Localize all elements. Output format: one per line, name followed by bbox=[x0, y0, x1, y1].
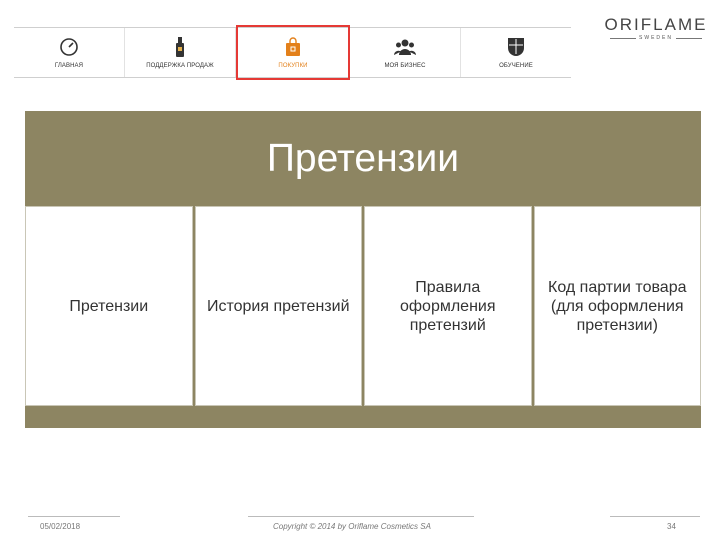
nav-item-home-label: главная bbox=[54, 63, 84, 69]
card-claims[interactable]: Претензии bbox=[25, 206, 193, 406]
cards-container: Претензии История претензий Правила офор… bbox=[25, 206, 701, 406]
nav-item-training[interactable]: обучение bbox=[461, 28, 571, 77]
nav-item-home[interactable]: главная bbox=[14, 28, 125, 77]
logo-sub: SWEDEN bbox=[604, 35, 708, 41]
page-number: 34 bbox=[667, 522, 676, 531]
footer-copyright: Copyright © 2014 by Oriflame Cosmetics S… bbox=[273, 522, 431, 531]
team-icon bbox=[394, 36, 416, 58]
top-navigation: главная поддержка продаж покупки моя биз… bbox=[14, 25, 571, 80]
nav-item-my-business-label: моя бизнес bbox=[384, 63, 426, 69]
logo-rule bbox=[610, 37, 637, 39]
card-row: Претензии История претензий Правила офор… bbox=[25, 206, 701, 406]
nav-item-training-label: обучение bbox=[499, 63, 533, 69]
page-title: Претензии bbox=[266, 137, 460, 180]
oriflame-logo: ORIFLAME SWEDEN bbox=[604, 16, 708, 42]
logo-word: ORIFLAME bbox=[604, 15, 708, 34]
speedometer-icon bbox=[58, 36, 80, 58]
card-claims-rules[interactable]: Правила оформления претензий bbox=[364, 206, 532, 406]
crest-icon bbox=[505, 36, 527, 58]
footer-date: 05/02/2018 bbox=[40, 522, 81, 531]
nav-item-purchases-label: покупки bbox=[278, 63, 308, 69]
shopping-bag-icon bbox=[282, 36, 304, 58]
title-banner: Претензии bbox=[25, 111, 701, 206]
nav-item-my-business[interactable]: моя бизнес bbox=[350, 28, 461, 77]
nav-item-purchases[interactable]: покупки bbox=[236, 25, 350, 80]
cards-bottom-strip bbox=[25, 406, 701, 428]
nav-item-sales-support[interactable]: поддержка продаж bbox=[125, 28, 236, 77]
footer-divider bbox=[248, 516, 474, 517]
card-claims-history[interactable]: История претензий bbox=[194, 206, 362, 406]
bottle-icon bbox=[169, 36, 191, 58]
logo-sub-text: SWEDEN bbox=[639, 35, 673, 41]
slide: главная поддержка продаж покупки моя биз… bbox=[0, 0, 720, 540]
footer-divider bbox=[610, 516, 700, 517]
nav-item-sales-support-label: поддержка продаж bbox=[146, 63, 214, 69]
footer-divider bbox=[28, 516, 120, 517]
card-batch-code[interactable]: Код партии товара (для оформления претен… bbox=[533, 206, 701, 406]
logo-rule bbox=[675, 37, 702, 39]
